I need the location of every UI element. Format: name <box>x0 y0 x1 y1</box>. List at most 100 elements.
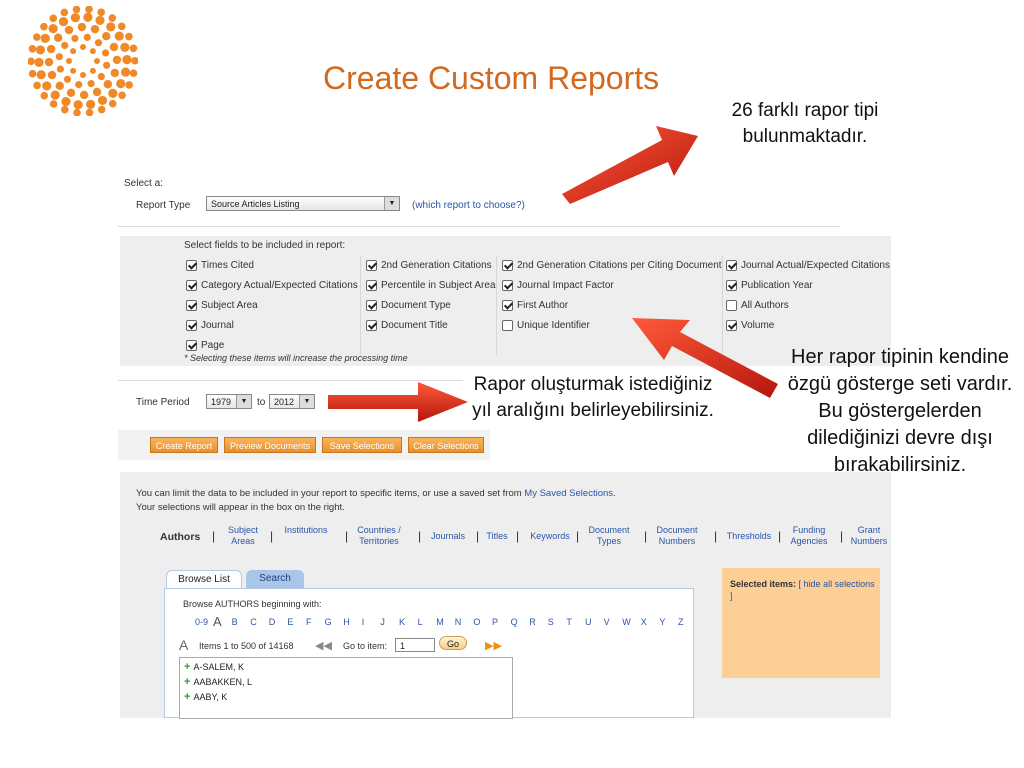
go-to-item-label: Go to item: <box>343 641 388 651</box>
checkbox-checked-icon[interactable] <box>186 320 197 331</box>
clear-selections-button[interactable]: Clear Selections <box>408 437 484 453</box>
field-checkbox-item[interactable]: Category Actual/Expected Citations <box>186 280 358 291</box>
go-to-item-value: 1 <box>400 641 406 651</box>
tab-authors[interactable]: Authors <box>160 531 200 543</box>
checkbox-checked-icon[interactable] <box>502 260 513 271</box>
time-to-select[interactable]: 2012 ▼ <box>269 394 315 409</box>
category-tab[interactable]: Countries / Territories <box>353 525 405 547</box>
category-tab[interactable]: Grant Numbers <box>848 525 890 547</box>
alphabet-letter-link[interactable]: 0-9 <box>195 617 208 627</box>
alphabet-letter-link[interactable]: N <box>455 617 462 627</box>
list-item[interactable]: + AABAKKEN, L <box>184 676 252 688</box>
alphabet-letter-link[interactable]: W <box>622 617 631 627</box>
plus-icon[interactable]: + <box>184 676 190 688</box>
alphabet-letter-link[interactable]: E <box>287 617 293 627</box>
plus-icon[interactable]: + <box>184 691 190 703</box>
alphabet-letter-link[interactable]: J <box>380 617 385 627</box>
alphabet-letter-link[interactable]: Z <box>678 617 684 627</box>
category-tab[interactable]: Subject Areas <box>220 525 266 547</box>
checkbox-checked-icon[interactable] <box>366 260 377 271</box>
checkbox-checked-icon[interactable] <box>186 280 197 291</box>
alphabet-letter-link[interactable]: X <box>641 617 647 627</box>
go-button[interactable]: Go <box>439 636 467 650</box>
alphabet-letter-link[interactable]: P <box>492 617 498 627</box>
category-tab[interactable]: Thresholds <box>722 531 776 542</box>
category-tab[interactable]: Titles <box>484 531 510 542</box>
create-report-button[interactable]: Create Report <box>150 437 218 453</box>
category-tab[interactable]: Institutions <box>278 525 334 536</box>
alphabet-letter-link[interactable]: T <box>566 617 572 627</box>
list-item[interactable]: + AABY, K <box>184 691 227 703</box>
alphabet-letter-link[interactable]: B <box>232 617 238 627</box>
field-checkbox-item[interactable]: Percentile in Subject Area <box>366 280 496 291</box>
preview-documents-button[interactable]: Preview Documents <box>224 437 316 453</box>
items-range: Items 1 to 500 of 14168 <box>199 641 294 651</box>
checkbox-checked-icon[interactable] <box>186 260 197 271</box>
checkbox-unchecked-icon[interactable] <box>502 320 513 331</box>
field-checkbox-item[interactable]: 2nd Generation Citations per Citing Docu… <box>502 260 722 271</box>
go-to-item-input[interactable]: 1 <box>395 638 435 652</box>
alphabet-letter-link[interactable]: U <box>585 617 592 627</box>
checkbox-checked-icon[interactable] <box>502 300 513 311</box>
category-tab[interactable]: Document Types <box>584 525 634 547</box>
checkbox-checked-icon[interactable] <box>186 340 197 351</box>
alphabet-letter-link[interactable]: D <box>269 617 276 627</box>
list-item[interactable]: + A-SALEM, K <box>184 661 244 673</box>
field-checkbox-item[interactable]: All Authors <box>726 300 789 311</box>
which-report-link[interactable]: (which report to choose?) <box>412 200 525 211</box>
category-tab[interactable]: Journals <box>426 531 470 542</box>
prev-page-icon[interactable]: ◀◀ <box>315 639 332 652</box>
field-checkbox-item[interactable]: Publication Year <box>726 280 813 291</box>
field-checkbox-item[interactable]: Times Cited <box>186 260 254 271</box>
field-checkbox-item[interactable]: Journal Actual/Expected Citations <box>726 260 890 271</box>
field-label: Category Actual/Expected Citations <box>201 280 358 291</box>
alphabet-letter-link[interactable]: Q <box>511 617 518 627</box>
category-tab[interactable]: Document Numbers <box>652 525 702 547</box>
field-checkbox-item[interactable]: Document Title <box>366 320 448 331</box>
report-type-select[interactable]: Source Articles Listing ▼ <box>206 196 400 211</box>
alphabet-letter-link[interactable]: H <box>343 617 350 627</box>
field-checkbox-item[interactable]: First Author <box>502 300 568 311</box>
field-checkbox-item[interactable]: 2nd Generation Citations <box>366 260 492 271</box>
logo-dot <box>73 100 83 110</box>
checkbox-checked-icon[interactable] <box>186 300 197 311</box>
next-page-icon[interactable]: ▶▶ <box>485 639 502 652</box>
checkbox-checked-icon[interactable] <box>726 260 737 271</box>
alphabet-letter-link[interactable]: I <box>362 617 365 627</box>
field-checkbox-item[interactable]: Journal <box>186 320 234 331</box>
save-selections-button[interactable]: Save Selections <box>322 437 402 453</box>
field-checkbox-item[interactable]: Journal Impact Factor <box>502 280 614 291</box>
logo-dot <box>58 16 69 27</box>
alphabet-letter-link[interactable]: C <box>250 617 257 627</box>
alphabet-letter-link[interactable]: G <box>325 617 332 627</box>
alphabet-letter-link[interactable]: Y <box>659 617 665 627</box>
field-checkbox-item[interactable]: Subject Area <box>186 300 258 311</box>
checkbox-unchecked-icon[interactable] <box>726 300 737 311</box>
alphabet-letter-link[interactable]: O <box>473 617 480 627</box>
tab-browse-list[interactable]: Browse List <box>166 570 242 588</box>
category-tab[interactable]: Funding Agencies <box>786 525 832 547</box>
field-checkbox-item[interactable]: Page <box>186 340 224 351</box>
alphabet-letter-link[interactable]: V <box>604 617 610 627</box>
alphabet-letter-link[interactable]: F <box>306 617 312 627</box>
alphabet-letter-link[interactable]: A <box>213 614 222 629</box>
alphabet-letter-link[interactable]: S <box>548 617 554 627</box>
field-checkbox-item[interactable]: Document Type <box>366 300 451 311</box>
alphabet-letter-link[interactable]: M <box>436 617 444 627</box>
checkbox-checked-icon[interactable] <box>366 300 377 311</box>
field-checkbox-item[interactable]: Unique Identifier <box>502 320 590 331</box>
alphabet-letter-link[interactable]: K <box>399 617 405 627</box>
time-from-select[interactable]: 1979 ▼ <box>206 394 252 409</box>
checkbox-checked-icon[interactable] <box>726 280 737 291</box>
category-tab[interactable]: Keywords <box>524 531 576 542</box>
page-title: Create Custom Reports <box>323 60 660 96</box>
tab-search[interactable]: Search <box>246 570 304 588</box>
logo-dot <box>44 57 54 67</box>
alphabet-letter-link[interactable]: R <box>529 617 536 627</box>
checkbox-checked-icon[interactable] <box>502 280 513 291</box>
checkbox-checked-icon[interactable] <box>366 320 377 331</box>
alphabet-letter-link[interactable]: L <box>418 617 423 627</box>
plus-icon[interactable]: + <box>184 661 190 673</box>
my-saved-selections-link[interactable]: My Saved Selections <box>524 488 613 499</box>
checkbox-checked-icon[interactable] <box>366 280 377 291</box>
